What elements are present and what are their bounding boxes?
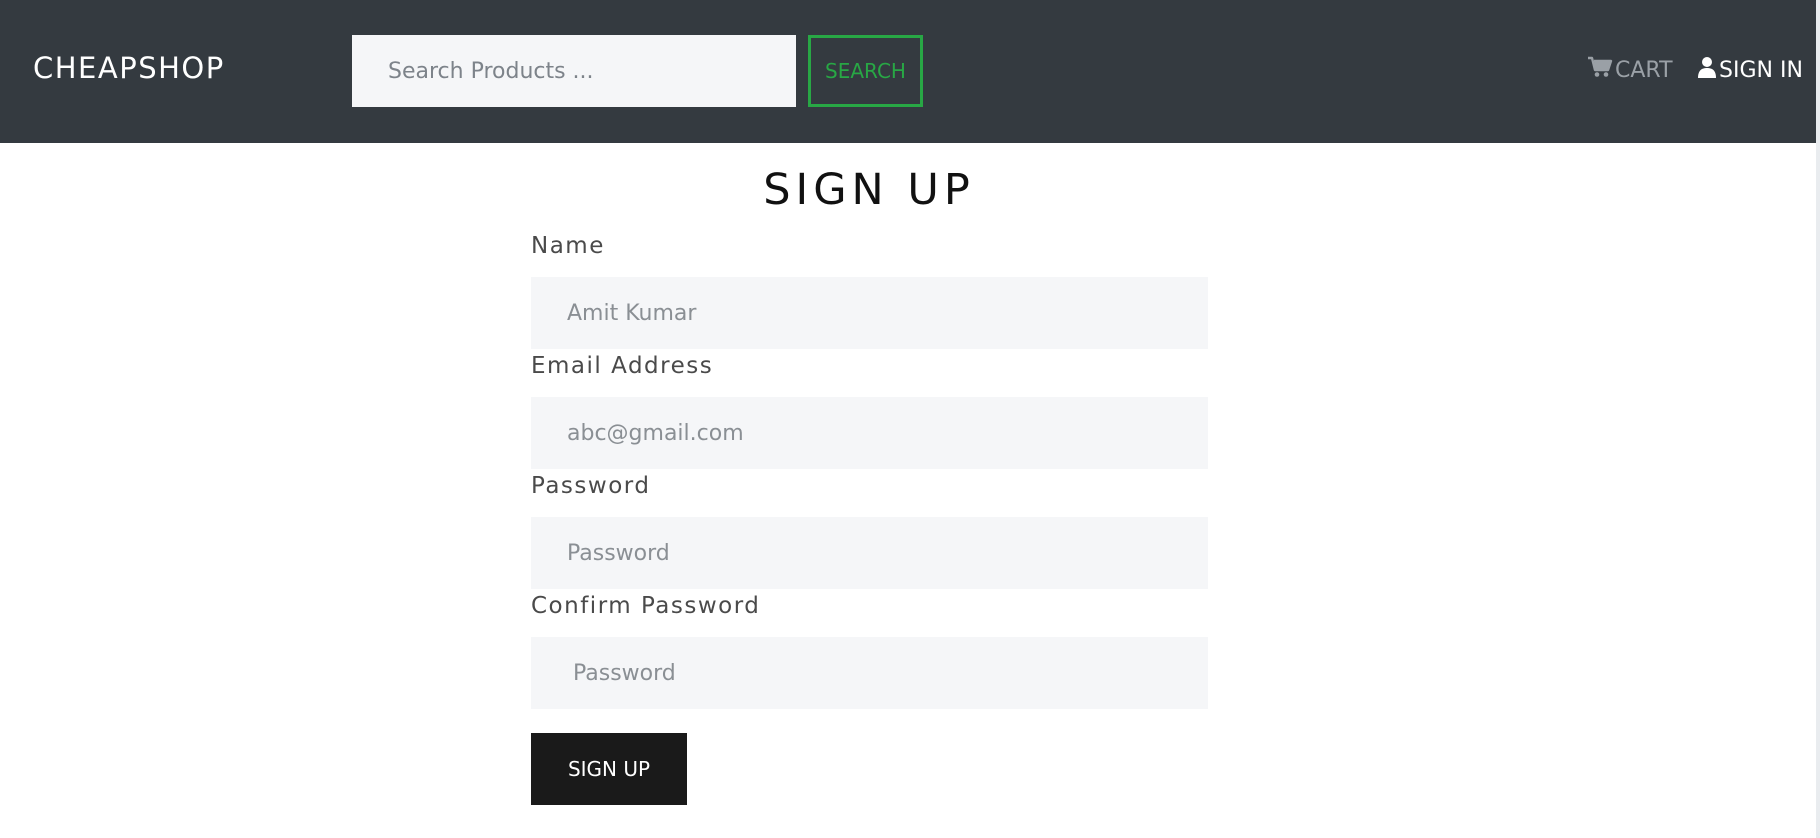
navbar: CHEAPSHOP SEARCH CART SIGN IN — [0, 0, 1816, 143]
nav-cart-label: CART — [1615, 57, 1673, 83]
search-input[interactable] — [352, 35, 796, 107]
password-field[interactable] — [531, 517, 1208, 589]
search-button[interactable]: SEARCH — [808, 35, 923, 107]
sign-up-button[interactable]: SIGN UP — [531, 733, 687, 805]
name-label: Name — [531, 233, 605, 259]
nav-signin-link[interactable]: SIGN IN — [1697, 55, 1803, 85]
cart-icon — [1587, 56, 1615, 84]
user-icon — [1697, 56, 1719, 84]
page-title: SIGN UP — [763, 165, 975, 215]
nav-cart-link[interactable]: CART — [1587, 55, 1673, 85]
nav-signin-label: SIGN IN — [1719, 57, 1803, 83]
brand-logo[interactable]: CHEAPSHOP — [33, 51, 225, 85]
password-label: Password — [531, 473, 651, 499]
confirm-password-label: Confirm Password — [531, 593, 761, 619]
email-field[interactable] — [531, 397, 1208, 469]
name-field[interactable] — [531, 277, 1208, 349]
email-label: Email Address — [531, 353, 714, 379]
scrollbar-track[interactable] — [1816, 0, 1820, 838]
confirm-password-field[interactable] — [531, 637, 1208, 709]
